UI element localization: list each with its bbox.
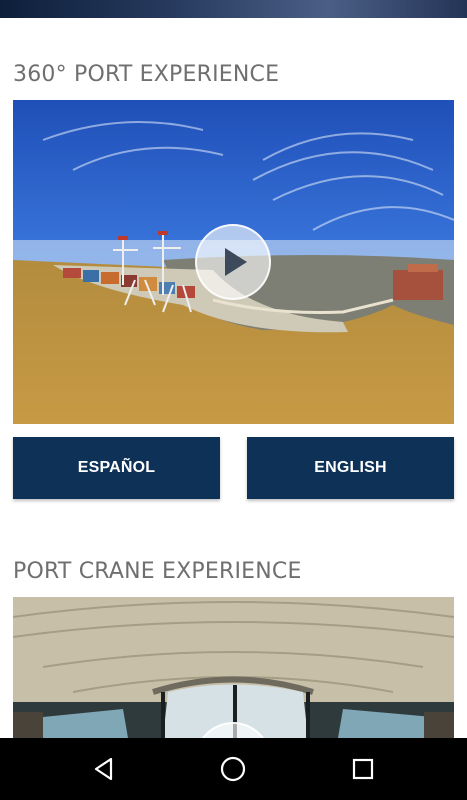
play-icon: [225, 248, 247, 276]
section-title-crane-experience: PORT CRANE EXPERIENCE: [13, 559, 302, 584]
nav-back-button[interactable]: [64, 738, 144, 800]
espanol-button[interactable]: ESPAÑOL: [13, 437, 220, 499]
crane-360-video-thumbnail[interactable]: [13, 597, 454, 738]
crane-cabin-image: [13, 597, 454, 738]
section-title-port-experience: 360° PORT EXPERIENCE: [13, 62, 280, 87]
system-navigation-bar: [0, 738, 467, 800]
play-button[interactable]: [195, 224, 271, 300]
nav-recents-button[interactable]: [323, 738, 403, 800]
back-icon: [94, 757, 113, 781]
recents-icon: [352, 758, 374, 780]
home-icon: [220, 756, 246, 782]
nav-home-button[interactable]: [193, 738, 273, 800]
english-button[interactable]: ENGLISH: [247, 437, 454, 499]
header-image-strip: [0, 0, 467, 18]
port-360-video-thumbnail[interactable]: [13, 100, 454, 424]
